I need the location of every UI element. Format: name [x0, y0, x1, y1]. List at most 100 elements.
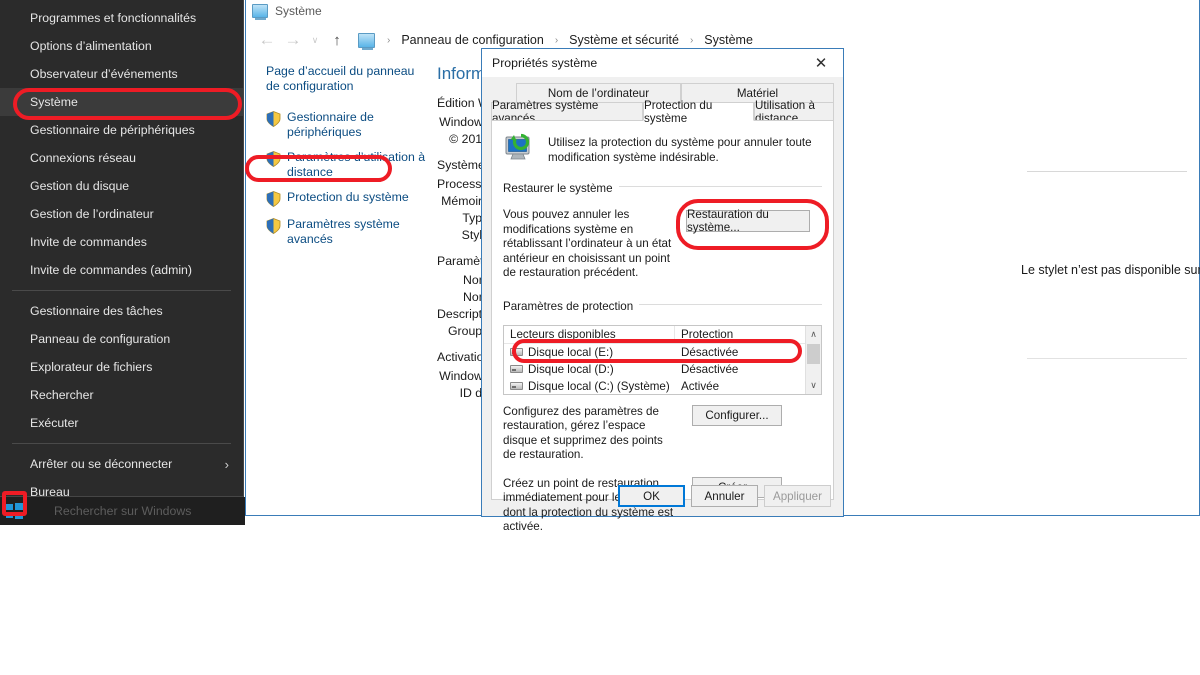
tab-protection-systeme[interactable]: Protection du système [643, 99, 754, 125]
menu-item-gestionnaire-peripheriques[interactable]: Gestionnaire de périphériques [0, 116, 243, 144]
scrollbar-thumb[interactable] [807, 343, 820, 364]
taskbar-search-input[interactable]: Rechercher sur Windows [36, 497, 245, 525]
table-row[interactable]: Disque local (D:) Désactivée [504, 361, 805, 378]
chevron-right-icon: › [224, 456, 229, 472]
restore-description: Vous pouvez annuler les modifications sy… [503, 208, 672, 279]
menu-separator [12, 443, 231, 444]
system-restore-icon [503, 133, 537, 163]
drive-list-columns: Lecteurs disponibles Protection Disque l… [504, 325, 805, 395]
menu-item-arreter-deconnecter[interactable]: Arrêter ou se déconnecter › [0, 450, 243, 478]
dialog-inner: Nom de l’ordinateur Matériel Paramètres … [482, 77, 843, 533]
sidebar-item-label: Paramètres système avancés [287, 217, 400, 246]
drive-icon [510, 348, 523, 356]
drive-cell: Disque local (D:) [504, 363, 675, 376]
sidebar-home-link[interactable]: Page d’accueil du panneau de configurati… [266, 64, 416, 94]
table-row[interactable]: Disque local (E:) Désactivée [504, 344, 805, 361]
up-button[interactable]: ↑ [326, 32, 348, 49]
tab-utilisation-distance[interactable]: Utilisation à distance [754, 99, 834, 125]
configure-block: Configurez des paramètres de restauratio… [503, 404, 822, 463]
system-properties-dialog: Propriétés système ✕ Nom de l’ordinateur… [481, 48, 844, 533]
divider [1027, 171, 1187, 172]
sidebar-item-gestionnaire-peripheriques[interactable]: Gestionnaire de périphériques [266, 110, 429, 140]
sidebar-item-label: Protection du système [287, 190, 409, 204]
menu-item-gestionnaire-taches[interactable]: Gestionnaire des tâches [0, 297, 243, 325]
control-panel-titlebar: Système [246, 0, 1199, 22]
shield-icon [266, 111, 281, 127]
breadcrumb-item-systeme[interactable]: Système [702, 31, 755, 49]
history-dropdown-icon[interactable]: ∨ [308, 35, 322, 46]
drive-list-header: Lecteurs disponibles Protection [504, 325, 805, 344]
sidebar-item-parametres-systeme-avances[interactable]: Paramètres système avancés [266, 217, 429, 247]
drive-label: Disque local (C:) (Système) [528, 379, 670, 393]
tab-row-2: Paramètres système avancés Protection du… [491, 99, 834, 125]
menu-item-systeme[interactable]: Système [0, 88, 243, 116]
drive-list[interactable]: Lecteurs disponibles Protection Disque l… [503, 324, 822, 395]
stylus-note: Le stylet n’est pas disponible sur cet é… [1021, 263, 1200, 277]
menu-item-gestion-ordinateur[interactable]: Gestion de l’ordinateur [0, 200, 243, 228]
breadcrumb-separator: › [689, 34, 694, 46]
menu-item-programmes[interactable]: Programmes et fonctionnalités [0, 4, 243, 32]
back-button[interactable]: ← [256, 30, 278, 50]
menu-item-panneau-configuration[interactable]: Panneau de configuration [0, 325, 243, 353]
sidebar-item-protection-du-systeme[interactable]: Protection du système [266, 190, 429, 207]
taskbar: Rechercher sur Windows [0, 497, 245, 525]
breadcrumb-separator: › [387, 34, 391, 46]
menu-item-explorateur-fichiers[interactable]: Explorateur de fichiers [0, 353, 243, 381]
sidebar-item-parametres-utilisation-distance[interactable]: Paramètres d’utilisation à distance [266, 150, 429, 180]
column-header-protection: Protection [681, 327, 734, 341]
configurer-button[interactable]: Configurer... [692, 404, 782, 426]
configure-description: Configurez des paramètres de restauratio… [503, 404, 663, 462]
menu-item-invite-commandes-admin[interactable]: Invite de commandes (admin) [0, 256, 243, 284]
breadcrumb-item-panneau[interactable]: Panneau de configuration [399, 31, 545, 49]
system-window-icon [252, 4, 268, 20]
restauration-du-systeme-button[interactable]: Restauration du système... [686, 208, 810, 234]
breadcrumb-separator: › [554, 34, 559, 46]
sidebar-item-label: Paramètres d’utilisation à distance [287, 150, 426, 179]
menu-item-rechercher[interactable]: Rechercher [0, 381, 243, 409]
menu-item-invite-commandes[interactable]: Invite de commandes [0, 228, 243, 256]
drive-cell: Disque local (C:) (Système) [504, 380, 675, 393]
dialog-footer: OK Annuler Appliquer [482, 485, 843, 507]
shield-icon [266, 191, 281, 207]
cancel-button[interactable]: Annuler [691, 485, 758, 507]
tab-parametres-avances[interactable]: Paramètres système avancés [491, 99, 643, 125]
tab-panel-protection: Utilisez la protection du système pour a… [491, 120, 834, 533]
control-panel-title: Système [275, 4, 322, 18]
drive-icon [510, 382, 523, 390]
scroll-down-icon[interactable]: ∨ [806, 377, 821, 394]
protection-group-legend: Paramètres de protection [503, 299, 640, 313]
start-context-menu: Programmes et fonctionnalités Options d’… [0, 0, 244, 499]
close-icon[interactable]: ✕ [799, 50, 843, 77]
sidebar-item-label: Gestionnaire de périphériques [287, 110, 374, 139]
dialog-title: Propriétés système [492, 56, 598, 70]
table-row[interactable]: Disque local (C:) (Système) Activée [504, 378, 805, 395]
protection-status: Désactivée [681, 362, 739, 376]
windows-start-icon[interactable] [6, 503, 23, 519]
dialog-titlebar: Propriétés système ✕ [482, 49, 843, 77]
drive-label: Disque local (E:) [528, 345, 614, 359]
menu-item-gestion-disque[interactable]: Gestion du disque [0, 172, 243, 200]
menu-item-connexions-reseau[interactable]: Connexions réseau [0, 144, 243, 172]
scroll-up-icon[interactable]: ∧ [806, 326, 821, 343]
drive-list-scrollbar[interactable]: ∧ ∨ [805, 325, 821, 394]
forward-button[interactable]: → [282, 30, 304, 50]
protection-status: Activée [681, 379, 720, 393]
drive-cell: Disque local (E:) [504, 346, 675, 359]
shield-icon [266, 218, 281, 234]
apply-button: Appliquer [764, 485, 831, 507]
restore-group-legend: Restaurer le système [503, 182, 619, 195]
intro-text: Utilisez la protection du système pour a… [548, 136, 812, 164]
divider [1027, 358, 1187, 359]
tabstrip: Nom de l’ordinateur Matériel Paramètres … [491, 83, 834, 125]
menu-item-observateur-evenements[interactable]: Observateur d’événements [0, 60, 243, 88]
menu-item-label: Arrêter ou se déconnecter [30, 457, 173, 471]
protection-status: Désactivée [681, 345, 739, 359]
menu-item-executer[interactable]: Exécuter [0, 409, 243, 437]
menu-item-options-alimentation[interactable]: Options d’alimentation [0, 32, 243, 60]
drive-label: Disque local (D:) [528, 362, 614, 376]
restore-group-body: Vous pouvez annuler les modifications sy… [503, 208, 822, 281]
breadcrumb-item-securite[interactable]: Système et sécurité [567, 31, 681, 49]
screen: Système ← → ∨ ↑ › Panneau de configurati… [0, 0, 1200, 675]
control-panel-icon [358, 32, 375, 50]
ok-button[interactable]: OK [618, 485, 685, 507]
